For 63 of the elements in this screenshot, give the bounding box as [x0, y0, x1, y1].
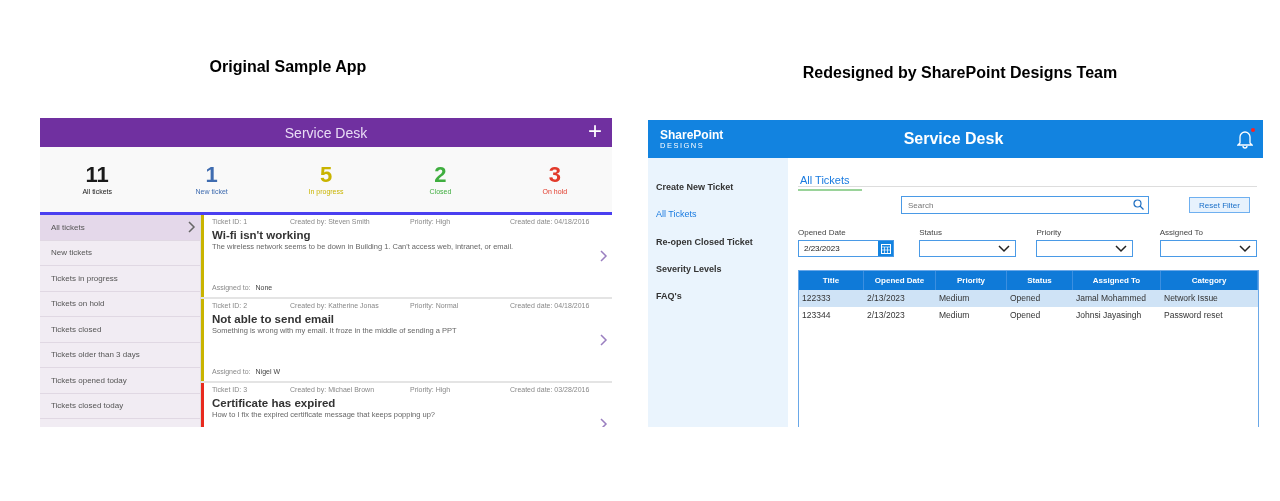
stat-count: 2: [434, 164, 447, 186]
app-title: Service Desk: [284, 124, 368, 141]
table-cell-text: Medium: [938, 309, 971, 322]
add-button[interactable]: +: [588, 119, 602, 143]
calendar-icon: [880, 243, 891, 254]
stat-count: 5: [319, 164, 333, 186]
bell-icon: [1237, 129, 1253, 149]
table-cell-text: Jamal Mohammed: [1075, 292, 1147, 305]
chevron-right-icon: [600, 334, 608, 346]
ticket-card[interactable]: [201, 215, 612, 299]
table-row[interactable]: 123344 2/13/2023 Medium Opened Johnsi Jayasingh Password reset: [799, 307, 1258, 324]
nav-link[interactable]: Severity Levels: [648, 261, 788, 290]
nav-link[interactable]: All Tickets: [648, 207, 788, 235]
table-cell-text: Opened: [1009, 292, 1042, 305]
filter-label: Opened Date: [798, 228, 847, 239]
search-field[interactable]: Search: [901, 196, 1149, 214]
reset-filter-button[interactable]: Reset Filter: [1189, 197, 1250, 213]
stat-count: 1: [205, 164, 218, 186]
table-cell-text: 2/13/2023: [866, 309, 906, 322]
table-cell-text: 2/13/2023: [866, 292, 906, 305]
table-cell-text: Medium: [938, 292, 971, 305]
logo-text: SharePoint: [660, 128, 725, 141]
nav-link[interactable]: Create New Ticket: [648, 180, 788, 208]
sidebar-item[interactable]: All tickets: [40, 215, 200, 241]
sidebar-item[interactable]: New tickets: [40, 240, 200, 266]
table-cell-text: Network Issue: [1163, 292, 1219, 305]
ticket-title: Wi-fi isn't working: [212, 229, 312, 241]
tab[interactable]: All Tickets: [798, 174, 862, 191]
chevron-down-icon: [1115, 244, 1128, 253]
table-cell-text: Johnsi Jayasingh: [1075, 309, 1143, 322]
nav-link[interactable]: Re-open Closed Ticket: [648, 234, 788, 262]
filter-label: Priority: [1036, 228, 1063, 239]
date-picker[interactable]: 2/23/2023: [798, 240, 894, 257]
ticket-title: Not able to send email: [212, 313, 336, 325]
stat-count: 11: [85, 164, 109, 186]
nav-link[interactable]: FAQ's: [648, 289, 788, 317]
filter-label: Assigned To: [1159, 228, 1205, 239]
chevron-right-icon: [600, 418, 608, 427]
filter-label: Status: [919, 228, 943, 239]
sidebar-item[interactable]: Tickets opened today: [40, 368, 200, 394]
table-row[interactable]: 122333 2/13/2023 Medium Opened Jamal Mohammed Network Issue: [799, 290, 1258, 307]
ticket-title: Certificate has expired: [212, 397, 337, 409]
table-cell-text: 123344: [801, 309, 832, 322]
section-heading: Redesigned by SharePoint Designs Team: [801, 64, 1119, 83]
dropdown[interactable]: [1159, 240, 1257, 257]
section-heading: Original Sample App: [208, 58, 368, 77]
sidebar-item[interactable]: Tickets older than 3 days: [40, 342, 200, 368]
dropdown[interactable]: [919, 240, 1017, 257]
stat-count: 3: [548, 164, 561, 186]
table-cell-text: 122333: [801, 292, 832, 305]
search-icon: [1133, 199, 1144, 210]
chevron-down-icon: [1238, 244, 1251, 253]
app-title: Service Desk: [902, 130, 1005, 148]
dropdown[interactable]: [1036, 240, 1134, 257]
sidebar-item[interactable]: Tickets in progress: [40, 266, 200, 292]
sidebar-item[interactable]: Tickets closed today: [40, 393, 200, 419]
chevron-right-icon: [600, 250, 608, 262]
table-cell-text: Opened: [1009, 309, 1042, 322]
chevron-down-icon: [998, 244, 1011, 253]
sidebar-item[interactable]: Tickets closed: [40, 317, 200, 343]
table-cell-text: Password reset: [1163, 309, 1224, 322]
sidebar-item[interactable]: Tickets on hold: [40, 291, 200, 317]
chevron-right-icon: [188, 221, 196, 234]
